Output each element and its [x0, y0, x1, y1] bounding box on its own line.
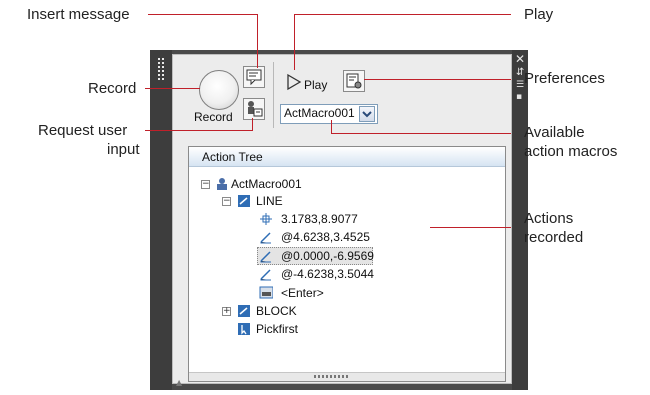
tree-item-macro[interactable]: ActMacro001 [231, 177, 302, 191]
callout-line [257, 14, 258, 68]
preferences-button[interactable] [343, 70, 365, 92]
callout-line [430, 227, 511, 228]
enter-key-icon [259, 286, 273, 299]
collapse-toggle-root[interactable]: − [201, 180, 210, 189]
user-input-icon [248, 101, 263, 117]
callout-line [364, 79, 511, 80]
close-icon[interactable]: ✕ [515, 52, 525, 66]
command-icon [238, 195, 250, 207]
callout-line [331, 120, 332, 134]
command-icon [238, 305, 250, 317]
tree-item-point[interactable]: 3.1783,8.9077 [281, 212, 358, 226]
callout-available-2: action macros [524, 143, 618, 160]
callout-record: Record [88, 80, 137, 97]
macro-icon [217, 178, 227, 190]
scrollbar-grip[interactable] [314, 375, 350, 378]
callout-available-1: Available [524, 124, 585, 141]
tree-item-line-command[interactable]: LINE [256, 194, 283, 208]
palette-grip-bar[interactable] [150, 50, 172, 390]
request-user-input-button[interactable] [243, 98, 265, 120]
callout-line [294, 14, 295, 70]
point-icon [260, 213, 272, 225]
tree-item-block-command[interactable]: BLOCK [256, 304, 297, 318]
callout-actions-1: Actions [524, 210, 574, 227]
callout-line [252, 118, 253, 131]
callout-request-user-input-2: input [107, 141, 140, 158]
insert-message-button[interactable] [243, 66, 265, 88]
selected-macro-value: ActMacro001 [284, 106, 355, 120]
tree-item-pickfirst[interactable]: Pickfirst [256, 322, 298, 336]
tree-item-enter[interactable]: <Enter> [281, 286, 324, 300]
callout-preferences: Preferences [524, 70, 605, 87]
callout-line [145, 130, 253, 131]
expand-toggle-block[interactable]: + [222, 307, 231, 316]
callout-line [331, 133, 511, 134]
properties-menu-icon[interactable]: ☰ [516, 80, 524, 90]
line-segment-icon [260, 251, 271, 263]
preferences-icon [346, 73, 362, 89]
line-segment-icon [260, 232, 271, 244]
callout-line [145, 88, 200, 89]
tree-item-point-selected[interactable]: @0.0000,-6.9569 [281, 249, 374, 263]
dropdown-arrow-button[interactable] [359, 106, 375, 122]
scroll-up-arrow-icon[interactable]: ▲ [176, 378, 182, 387]
callout-line [294, 14, 511, 15]
callout-request-user-input-1: Request user [38, 122, 128, 139]
toolbar-separator [273, 62, 274, 128]
callout-insert-message: Insert message [27, 6, 130, 23]
collapse-toggle-line[interactable]: − [222, 197, 231, 206]
callout-actions-2: recorded [524, 229, 584, 246]
callout-play: Play [524, 6, 554, 23]
play-icon[interactable] [286, 73, 302, 91]
line-segment-icon [260, 269, 271, 281]
dock-icon[interactable]: ▪ [516, 92, 522, 102]
record-button-label: Record [194, 110, 233, 124]
chevron-down-icon [362, 111, 372, 118]
callout-line [148, 14, 258, 15]
action-tree-title: Action Tree [202, 150, 263, 164]
tree-item-point[interactable]: @4.6238,3.4525 [281, 230, 370, 244]
record-button[interactable] [199, 70, 239, 110]
message-icon [246, 69, 262, 86]
play-button-label[interactable]: Play [304, 78, 327, 92]
tree-item-point[interactable]: @-4.6238,3.5044 [281, 267, 374, 281]
pickfirst-icon [238, 323, 250, 335]
